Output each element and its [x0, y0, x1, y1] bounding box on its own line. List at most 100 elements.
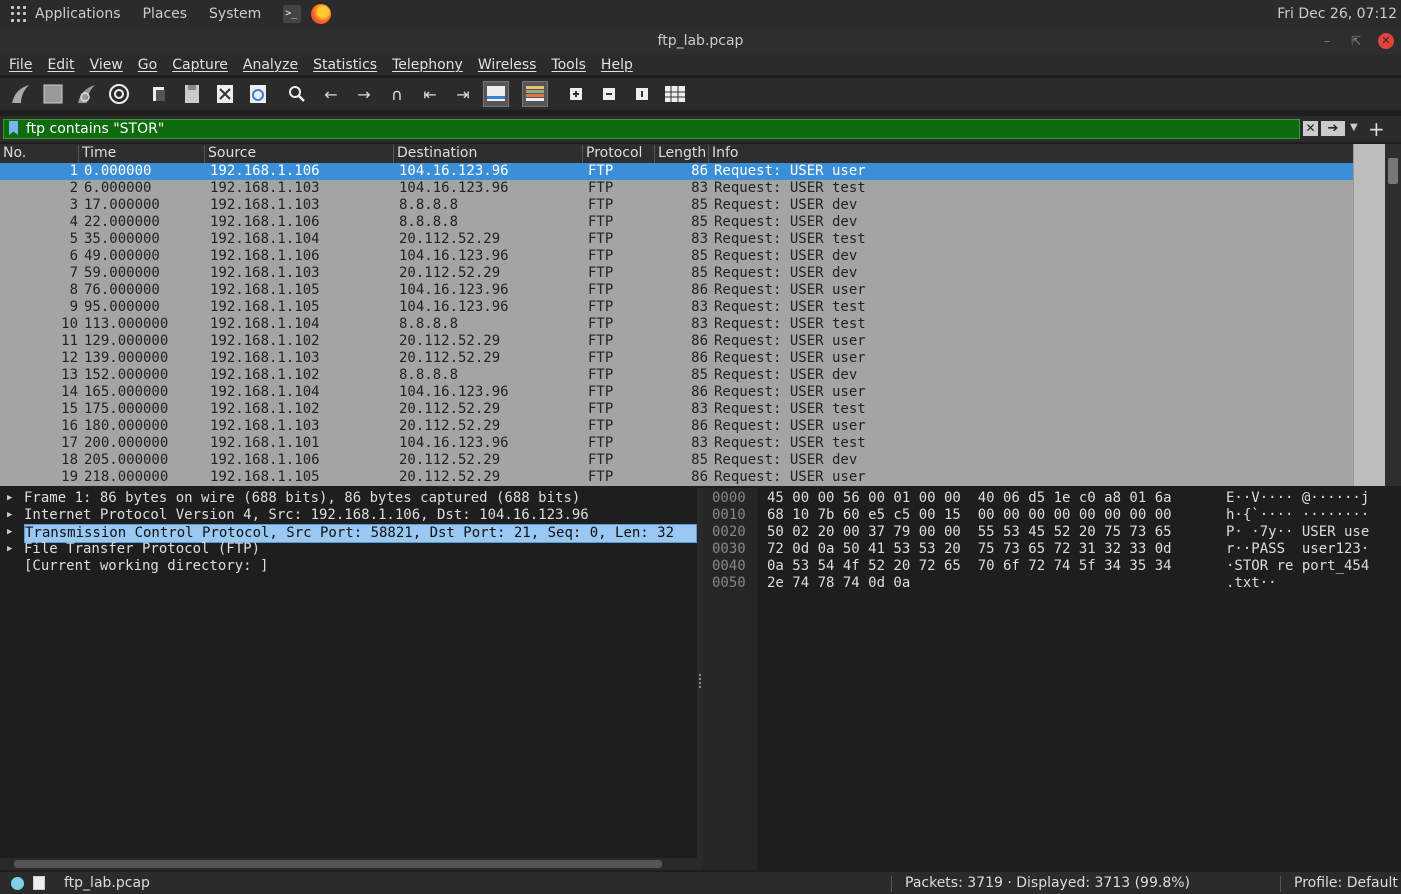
- tree-item[interactable]: ▶ Transmission Control Protocol, Src Port…: [0, 524, 697, 543]
- tree-item-label: [Current working directory: ]: [24, 558, 269, 574]
- table-row[interactable]: 13 152.000000 192.168.1.102 8.8.8.8 FTP 85 Req…: [0, 367, 1353, 384]
- menu-edit[interactable]: Edit: [47, 57, 74, 73]
- col-header-length[interactable]: Length: [655, 145, 709, 163]
- col-header-destination[interactable]: Destination: [394, 145, 583, 163]
- table-row[interactable]: 12 139.000000 192.168.1.103 20.112.52.29 FTP…: [0, 350, 1353, 367]
- close-icon[interactable]: ✕: [1378, 33, 1394, 49]
- table-row[interactable]: 19 218.000000 192.168.1.105 20.112.52.29 FTP…: [0, 469, 1353, 486]
- table-row[interactable]: 17 200.000000 192.168.1.101 104.16.123.96 FT…: [0, 435, 1353, 452]
- go-forward-icon[interactable]: →: [351, 81, 377, 107]
- cell-source: 192.168.1.105: [210, 282, 320, 298]
- system-menu[interactable]: System: [209, 6, 261, 22]
- normal-size-icon[interactable]: [629, 81, 655, 107]
- expert-info-icon[interactable]: [11, 877, 24, 890]
- apply-filter-icon[interactable]: ➔: [1321, 121, 1345, 136]
- filter-history-chevron-down-icon[interactable]: ▼: [1350, 122, 1358, 133]
- cell-destination: 8.8.8.8: [399, 367, 459, 383]
- cell-destination: 8.8.8.8: [399, 316, 459, 332]
- status-divider: [891, 876, 892, 892]
- expand-arrow-icon[interactable]: ▶: [7, 490, 12, 507]
- display-filter-input[interactable]: ftp contains "STOR": [3, 119, 1300, 139]
- firefox-icon[interactable]: [311, 4, 332, 24]
- menu-file[interactable]: File: [9, 57, 32, 73]
- menu-help[interactable]: Help: [601, 57, 633, 73]
- expand-arrow-icon[interactable]: ▶: [7, 541, 12, 558]
- col-header-source[interactable]: Source: [205, 145, 394, 163]
- col-header-protocol[interactable]: Protocol: [583, 145, 655, 163]
- table-row[interactable]: 8 76.000000 192.168.1.105 104.16.123.96 FTP 8…: [0, 282, 1353, 299]
- table-row[interactable]: 14 165.000000 192.168.1.104 104.16.123.96 FT…: [0, 384, 1353, 401]
- open-file-icon[interactable]: [146, 81, 172, 107]
- col-header-time[interactable]: Time: [79, 145, 205, 163]
- scrollbar-thumb[interactable]: [1388, 158, 1398, 184]
- col-header-info[interactable]: Info: [709, 145, 1353, 163]
- zoom-in-icon[interactable]: [563, 81, 589, 107]
- colorize-icon[interactable]: [522, 81, 548, 107]
- menu-go[interactable]: Go: [138, 57, 157, 73]
- table-row[interactable]: 9 95.000000 192.168.1.105 104.16.123.96 FTP 8…: [0, 299, 1353, 316]
- table-row[interactable]: 7 59.000000 192.168.1.103 20.112.52.29 FTP 85…: [0, 265, 1353, 282]
- clear-filter-icon[interactable]: ✕: [1303, 121, 1318, 136]
- resize-columns-icon[interactable]: [662, 81, 688, 107]
- table-row[interactable]: 6 49.000000 192.168.1.106 104.16.123.96 FTP 8…: [0, 248, 1353, 265]
- table-row[interactable]: 16 180.000000 192.168.1.103 20.112.52.29 FTP…: [0, 418, 1353, 435]
- minimize-icon[interactable]: –: [1319, 33, 1335, 49]
- table-row[interactable]: 1 0.000000 192.168.1.106 104.16.123.96 FTP 86…: [0, 163, 1353, 180]
- autoscroll-icon[interactable]: [483, 81, 509, 107]
- stop-square-icon[interactable]: [40, 81, 66, 107]
- menu-statistics[interactable]: Statistics: [313, 57, 377, 73]
- restart-fin-icon[interactable]: [73, 81, 99, 107]
- capture-comment-icon[interactable]: [33, 876, 45, 890]
- details-horizontal-scrollbar[interactable]: [0, 858, 697, 870]
- cell-destination: 20.112.52.29: [399, 418, 501, 434]
- scrollbar-thumb[interactable]: [14, 860, 662, 868]
- cell-length: 85: [691, 452, 708, 468]
- menu-wireless[interactable]: Wireless: [478, 57, 537, 73]
- expand-arrow-icon[interactable]: ▶: [7, 524, 12, 541]
- go-back-icon[interactable]: ←: [318, 81, 344, 107]
- menu-view[interactable]: View: [90, 57, 123, 73]
- status-profile[interactable]: Profile: Default: [1294, 875, 1398, 891]
- shark-fin-start-icon[interactable]: [7, 81, 33, 107]
- table-row[interactable]: 11 129.000000 192.168.1.102 20.112.52.29 FTP…: [0, 333, 1353, 350]
- menu-analyze[interactable]: Analyze: [243, 57, 298, 73]
- menu-tools[interactable]: Tools: [551, 57, 586, 73]
- terminal-icon[interactable]: >_: [283, 5, 302, 23]
- find-packet-icon[interactable]: [284, 81, 310, 107]
- tree-item[interactable]: ▶ Internet Protocol Version 4, Src: 192.1…: [0, 507, 697, 524]
- col-header-no[interactable]: No.: [0, 145, 79, 163]
- capture-options-gear-icon[interactable]: [106, 81, 132, 107]
- table-row[interactable]: 3 17.000000 192.168.1.103 8.8.8.8 FTP 85 Reque…: [0, 197, 1353, 214]
- menu-telephony[interactable]: Telephony: [392, 57, 463, 73]
- reload-icon[interactable]: [245, 81, 271, 107]
- menu-capture[interactable]: Capture: [172, 57, 228, 73]
- maximize-icon[interactable]: ⇱: [1348, 33, 1364, 49]
- apps-grid-icon[interactable]: [11, 6, 27, 22]
- packet-list-minimap[interactable]: [1353, 144, 1385, 486]
- save-file-icon[interactable]: [179, 81, 205, 107]
- table-row[interactable]: 5 35.000000 192.168.1.104 20.112.52.29 FTP 83…: [0, 231, 1353, 248]
- tree-item[interactable]: ▶ File Transfer Protocol (FTP): [0, 541, 697, 558]
- places-menu[interactable]: Places: [143, 6, 188, 22]
- add-filter-button-plus-icon[interactable]: +: [1368, 117, 1385, 141]
- tree-item[interactable]: ▶ Frame 1: 86 bytes on wire (688 bits), 8…: [0, 490, 697, 507]
- go-to-packet-icon[interactable]: ∩: [384, 81, 410, 107]
- tree-item[interactable]: [Current working directory: ]: [0, 558, 697, 575]
- table-row[interactable]: 10 113.000000 192.168.1.104 8.8.8.8 FTP 83 Req…: [0, 316, 1353, 333]
- last-packet-icon[interactable]: ⇥: [450, 81, 476, 107]
- table-row[interactable]: 2 6.000000 192.168.1.103 104.16.123.96 FTP 83…: [0, 180, 1353, 197]
- expand-arrow-icon[interactable]: ▶: [7, 507, 12, 524]
- cell-no: 9: [69, 299, 78, 315]
- zoom-out-icon[interactable]: [596, 81, 622, 107]
- table-row[interactable]: 15 175.000000 192.168.1.102 20.112.52.29 FTP…: [0, 401, 1353, 418]
- first-packet-icon[interactable]: ⇤: [417, 81, 443, 107]
- clock[interactable]: Fri Dec 26, 07:12: [1277, 6, 1397, 22]
- table-row[interactable]: 4 22.000000 192.168.1.106 8.8.8.8 FTP 85 Reque…: [0, 214, 1353, 231]
- close-file-icon[interactable]: [212, 81, 238, 107]
- packet-list-scrollbar[interactable]: [1385, 144, 1401, 486]
- applications-menu[interactable]: Applications: [35, 6, 121, 22]
- table-row[interactable]: 18 205.000000 192.168.1.106 20.112.52.29 FTP…: [0, 452, 1353, 469]
- cell-source: 192.168.1.104: [210, 384, 320, 400]
- cell-length: 83: [691, 435, 708, 451]
- cell-time: 95.000000: [84, 299, 160, 315]
